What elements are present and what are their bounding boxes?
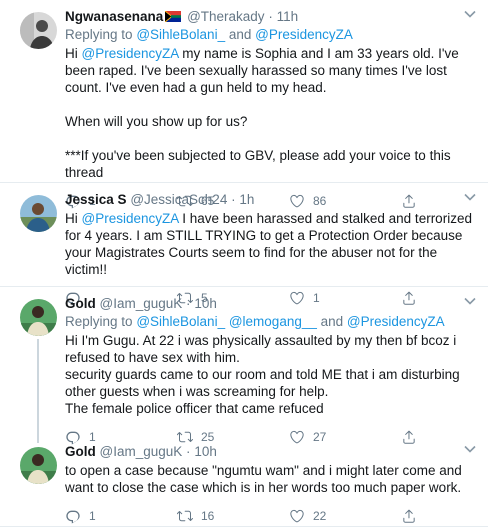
tweet-text: to open a case because "ngumtu wam" and … bbox=[65, 462, 476, 496]
timestamp[interactable]: 11h bbox=[277, 9, 299, 24]
reply-icon bbox=[65, 508, 81, 524]
tweet[interactable]: Ngwanasenana @Therakady · 11h Replying t… bbox=[0, 0, 488, 183]
south-africa-flag-icon bbox=[165, 11, 182, 22]
tweet-header: Jessica S @JessicaSch24 · 1h bbox=[65, 191, 476, 209]
separator: · bbox=[186, 296, 191, 311]
display-name[interactable]: Ngwanasenana bbox=[65, 9, 163, 24]
share-icon bbox=[401, 508, 417, 524]
tweet-text: Hi @PresidencyZA I have been harassed an… bbox=[65, 210, 476, 278]
avatar[interactable] bbox=[20, 299, 57, 336]
and-text: and bbox=[228, 27, 252, 42]
handle[interactable]: @Therakady bbox=[187, 9, 265, 24]
retweet-icon bbox=[177, 508, 193, 524]
display-name[interactable]: Gold bbox=[65, 444, 96, 459]
like-count: 22 bbox=[313, 508, 327, 523]
tweet-actions: 1 16 22 bbox=[65, 502, 476, 529]
text-paragraph: to open a case because "ngumtu wam" and … bbox=[65, 463, 462, 495]
tweet-text: Hi I'm Gugu. At 22 i was physically assa… bbox=[65, 332, 476, 417]
display-name[interactable]: Gold bbox=[65, 296, 96, 311]
reply-count: 1 bbox=[89, 508, 96, 523]
text-paragraph: security guards came to our room and tol… bbox=[65, 367, 460, 399]
tweet-header: Gold @Iam_guguK · 10h bbox=[65, 295, 476, 313]
avatar[interactable] bbox=[20, 12, 57, 49]
chevron-down-icon[interactable] bbox=[464, 445, 476, 453]
tweet[interactable]: Jessica S @JessicaSch24 · 1h Hi @Preside… bbox=[0, 183, 488, 287]
chevron-down-icon[interactable] bbox=[464, 10, 476, 18]
tweet-header: Ngwanasenana @Therakady · 11h bbox=[65, 8, 476, 26]
display-name[interactable]: Jessica S bbox=[65, 192, 127, 207]
text-span: Hi bbox=[65, 46, 78, 61]
text-paragraph: ***If you've been subjected to GBV, plea… bbox=[65, 148, 451, 180]
replying-to: Replying to @SihleBolani_ @lemogang__ an… bbox=[65, 313, 476, 331]
heart-icon bbox=[289, 508, 305, 524]
text-paragraph: The female police officer that came refu… bbox=[65, 401, 324, 416]
tweet-text: Hi @PresidencyZA my name is Sophia and I… bbox=[65, 45, 476, 181]
timestamp[interactable]: 10h bbox=[194, 296, 217, 311]
reply-button[interactable]: 1 bbox=[65, 508, 177, 524]
separator: · bbox=[231, 192, 236, 207]
thread-connector bbox=[37, 435, 39, 443]
timestamp[interactable]: 10h bbox=[194, 444, 217, 459]
avatar[interactable] bbox=[20, 195, 57, 232]
replying-to: Replying to @SihleBolani_ and @Presidenc… bbox=[65, 26, 476, 44]
handle[interactable]: @Iam_guguK bbox=[100, 444, 183, 459]
mention-link[interactable]: @PresidencyZA bbox=[347, 314, 445, 329]
mention-link[interactable]: @SihleBolani_ bbox=[136, 314, 225, 329]
chevron-down-icon[interactable] bbox=[464, 297, 476, 305]
mention-link[interactable]: @PresidencyZA bbox=[255, 27, 353, 42]
tweet-header: Gold @Iam_guguK · 10h bbox=[65, 443, 476, 461]
chevron-down-icon[interactable] bbox=[464, 193, 476, 201]
share-button[interactable] bbox=[401, 508, 425, 524]
like-button[interactable]: 22 bbox=[289, 508, 401, 524]
mention-link[interactable]: @lemogang__ bbox=[229, 314, 317, 329]
handle[interactable]: @Iam_guguK bbox=[100, 296, 183, 311]
separator: · bbox=[268, 9, 273, 24]
tweet[interactable]: Gold @Iam_guguK · 10h Replying to @Sihle… bbox=[0, 287, 488, 435]
thread-connector bbox=[37, 339, 39, 435]
text-paragraph: When will you show up for us? bbox=[65, 114, 248, 129]
text-paragraph: Hi I'm Gugu. At 22 i was physically assa… bbox=[65, 333, 457, 365]
tweet[interactable]: Gold @Iam_guguK · 10h to open a case bec… bbox=[0, 435, 488, 527]
separator: · bbox=[186, 444, 191, 459]
handle[interactable]: @JessicaSch24 bbox=[130, 192, 227, 207]
text-span: Hi bbox=[65, 211, 78, 226]
mention-link[interactable]: @SihleBolani_ bbox=[136, 27, 225, 42]
retweet-count: 16 bbox=[201, 508, 215, 523]
retweet-button[interactable]: 16 bbox=[177, 508, 289, 524]
timestamp[interactable]: 1h bbox=[239, 192, 254, 207]
mention-link[interactable]: @PresidencyZA bbox=[82, 46, 179, 61]
and-text: and bbox=[320, 314, 344, 329]
replying-label: Replying to bbox=[65, 27, 133, 42]
replying-label: Replying to bbox=[65, 314, 133, 329]
avatar[interactable] bbox=[20, 447, 57, 484]
mention-link[interactable]: @PresidencyZA bbox=[82, 211, 179, 226]
